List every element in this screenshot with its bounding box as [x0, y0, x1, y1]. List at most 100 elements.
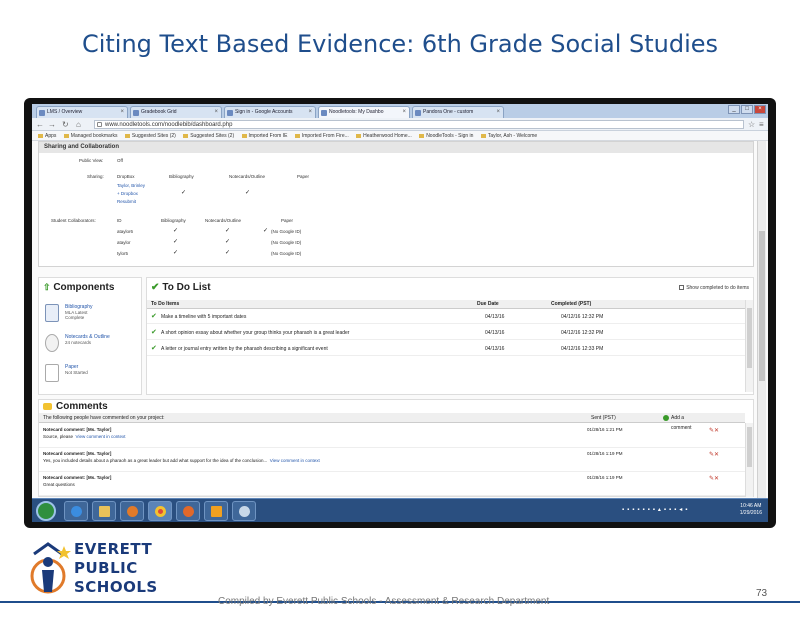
view-context-link[interactable]: View comment in context: [270, 458, 320, 463]
bookmark-item[interactable]: Heatherwood Home...: [356, 131, 412, 140]
check-icon[interactable]: ✔: [151, 342, 157, 356]
browser-tab-3[interactable]: Noodletools: My Dashbo ×: [318, 106, 410, 118]
collab-id: ataylor: [117, 240, 131, 245]
browser-tab-4[interactable]: Pandora One - custom ×: [412, 106, 504, 118]
collab-paper: (No Google ID): [271, 240, 302, 245]
scroll-thumb[interactable]: [747, 308, 752, 368]
delete-icon[interactable]: ✎✕: [709, 475, 719, 482]
col-due-date: Due Date: [477, 301, 499, 307]
close-window-icon[interactable]: ×: [754, 105, 766, 114]
media-player-icon[interactable]: [120, 501, 144, 521]
back-icon[interactable]: ←: [36, 120, 44, 129]
close-icon[interactable]: ×: [308, 107, 312, 118]
add-comment-button[interactable]: Add a comment: [663, 413, 692, 431]
page-icon: [356, 133, 362, 138]
component-paper[interactable]: Paper Not Started: [45, 362, 139, 388]
delete-icon[interactable]: ✎✕: [709, 427, 719, 434]
ie-icon[interactable]: [64, 501, 88, 521]
tab-favicon: [321, 110, 327, 116]
bookmark-item[interactable]: NoodleTools - Sign in: [419, 131, 473, 140]
check-icon[interactable]: ✔: [151, 326, 157, 340]
bookmark-item[interactable]: Managed bookmarks: [63, 131, 118, 140]
forward-icon[interactable]: →: [48, 120, 56, 129]
start-button[interactable]: [36, 501, 56, 521]
paper-icon: [45, 364, 59, 382]
browser-tab-0[interactable]: LMS / Overview ×: [36, 106, 128, 118]
page-scrollbar[interactable]: [757, 141, 766, 498]
bookmark-item[interactable]: Imported From IE: [241, 131, 287, 140]
plus-icon: [663, 414, 669, 421]
slide-title: Citing Text Based Evidence: 6th Grade So…: [81, 30, 719, 58]
collab-col-bibliography: Bibliography: [161, 218, 186, 223]
scroll-thumb[interactable]: [759, 231, 765, 381]
view-context-link[interactable]: View comment in context: [76, 434, 126, 439]
clock-time: 10:46 AM: [740, 503, 762, 509]
menu-icon[interactable]: ≡: [759, 120, 764, 129]
outlook-icon[interactable]: [204, 501, 228, 521]
clock-date: 1/29/2016: [739, 510, 762, 516]
system-tray[interactable]: ▪▪▪▪▪▪▪▴▪▪▪◂▪: [622, 506, 690, 513]
comments-heading: Comments: [43, 401, 108, 412]
close-icon[interactable]: ×: [214, 107, 218, 118]
tab-label: Noodletools: My Dashbo: [329, 109, 384, 115]
public-view-value[interactable]: Off: [117, 158, 123, 163]
firefox-icon[interactable]: [176, 501, 200, 521]
comment-bubble-icon: [43, 402, 52, 410]
todo-heading: ✔ To Do List: [151, 282, 211, 293]
tab-favicon: [227, 110, 233, 116]
apps-icon: [38, 133, 43, 138]
star-icon[interactable]: ☆: [748, 120, 755, 129]
collab-id: ataylor6: [117, 229, 134, 234]
close-icon[interactable]: ×: [496, 107, 500, 118]
todo-row: ✔ A short opinion essay about whether yo…: [147, 326, 745, 340]
check-icon: ✓: [173, 239, 179, 245]
home-icon[interactable]: ⌂: [76, 120, 81, 129]
maximize-icon[interactable]: □: [741, 105, 753, 114]
url-input[interactable]: www.noodletools.com/noodlebib/dashboard.…: [94, 120, 744, 129]
public-view-label: Public View:: [79, 158, 104, 163]
collab-col-notecards: Notecards/Outline: [205, 218, 242, 223]
col-todo-items: To Do Items: [151, 301, 180, 307]
checkbox-icon[interactable]: [679, 285, 685, 291]
sharing-col-paper: Paper: [297, 174, 310, 179]
browser-tab-2[interactable]: Sign in - Google Accounts ×: [224, 106, 316, 118]
bookmark-item[interactable]: Suggested Sites (2): [124, 131, 176, 140]
component-subtitle: 24 notecards: [65, 340, 92, 345]
bookmark-item[interactable]: Apps: [38, 131, 56, 140]
tab-bar: LMS / Overview × Gradebook Grid × Sign in …: [32, 104, 768, 118]
bibliography-icon: [45, 304, 59, 322]
collaborators-label: Student Collaborators:: [51, 218, 96, 223]
resubmit-link[interactable]: Resubmit: [117, 199, 136, 204]
todo-panel: ✔ To Do List Show completed to do items T…: [146, 277, 754, 395]
check-icon: ✓: [173, 250, 179, 256]
sharing-teacher-link[interactable]: Taylor, Brinley: [117, 183, 145, 188]
component-bibliography[interactable]: Bibliography MLA Latest Complete: [45, 302, 139, 328]
bookmark-item[interactable]: Suggested Sites (2): [183, 131, 234, 140]
explorer-folder-icon[interactable]: [92, 501, 116, 521]
collab-col-paper: Paper: [281, 218, 294, 223]
comments-panel: Comments The following people have comme…: [38, 399, 754, 497]
bookmark-item[interactable]: Imported From Fire...: [294, 131, 349, 140]
delete-icon[interactable]: ✎✕: [709, 451, 719, 458]
sharing-label: Sharing:: [87, 174, 104, 179]
chrome-icon[interactable]: [148, 501, 172, 521]
minimize-icon[interactable]: _: [728, 105, 740, 114]
component-subtitle: MLA Latest Complete: [65, 310, 88, 320]
check-icon[interactable]: ✔: [151, 310, 157, 324]
window-controls: _ □ ×: [728, 105, 766, 114]
bookmarks-bar: Apps Managed bookmarks Suggested Sites (…: [32, 131, 768, 141]
comments-scrollbar[interactable]: [745, 423, 753, 497]
close-icon[interactable]: ×: [120, 107, 124, 118]
show-completed-toggle[interactable]: Show completed to do items: [679, 285, 749, 291]
todo-scrollbar[interactable]: [745, 300, 753, 392]
reload-icon[interactable]: ↻: [62, 120, 69, 129]
close-icon[interactable]: ×: [402, 107, 406, 118]
browser-tab-1[interactable]: Gradebook Grid ×: [130, 106, 222, 118]
component-notecards[interactable]: Notecards & Outline 24 notecards: [45, 332, 139, 358]
paint-icon[interactable]: [232, 501, 256, 521]
comment-row: Notecard comment: [Ms. Taylor] Source, p…: [39, 424, 745, 448]
scroll-thumb[interactable]: [747, 427, 752, 467]
taskbar-clock[interactable]: 10:46 AM 1/29/2016: [740, 503, 762, 517]
sharing-dropbox-sub[interactable]: + Dropbox: [117, 191, 138, 196]
bookmark-item[interactable]: Taylor, Ash - Welcome: [480, 131, 537, 140]
